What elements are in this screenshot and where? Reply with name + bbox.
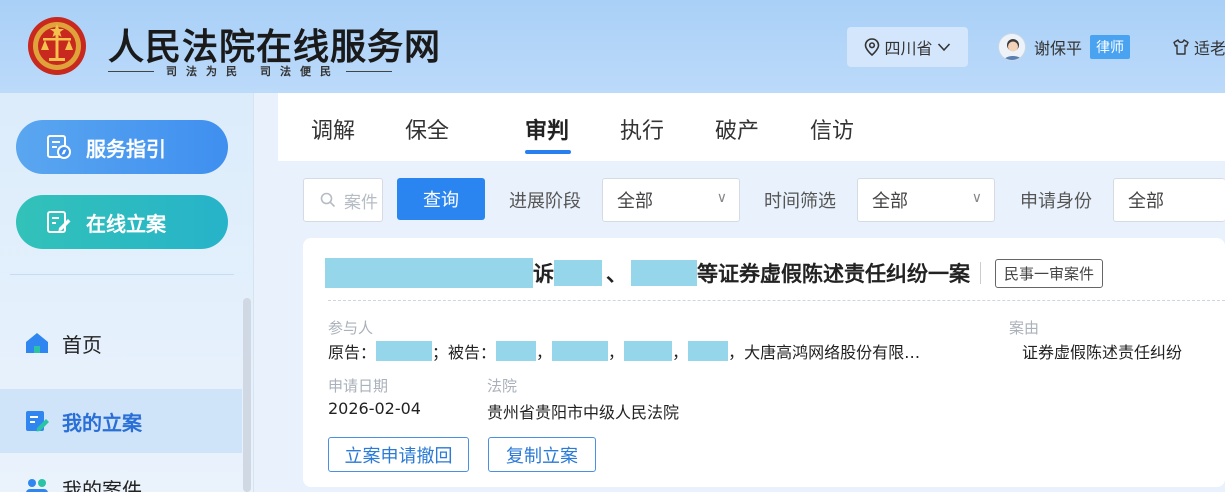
- sidebar-item-label: 我的立案: [62, 410, 142, 435]
- stage-filter-label: 进展阶段: [509, 191, 581, 212]
- sidebar-item-my-filings[interactable]: 我的立案: [0, 389, 242, 453]
- cause-value: 证券虚假陈述责任纠纷: [1022, 343, 1183, 362]
- sidebar: 服务指引 在线立案 首页 我的立案 我的案件: [0, 93, 254, 492]
- user-avatar-icon: [1003, 39, 1023, 60]
- filter-bar: 案件 查询 进展阶段 全部 ∨ 时间筛选 全部 ∨ 申请身份 全部: [254, 163, 1225, 235]
- comma: ，: [728, 343, 745, 362]
- slogan-left: 司法为民: [166, 65, 246, 78]
- search-icon: [320, 192, 336, 208]
- region-selector[interactable]: 四川省: [847, 27, 968, 67]
- withdraw-filing-button[interactable]: 立案申请撤回: [328, 437, 469, 472]
- tab-preservation[interactable]: 保全: [405, 113, 449, 145]
- case-title-rest: 等证券虚假陈述责任纠纷一案: [697, 262, 970, 286]
- main-content: 调解 保全 审判 执行 破产 信访 案件 查询 进展阶段 全部 ∨ 时间筛选 全…: [254, 93, 1225, 492]
- case-title[interactable]: 诉 、 等证券虚假陈述责任纠纷一案 民事一审案件: [325, 256, 1104, 290]
- apply-date-label: 申请日期: [328, 377, 389, 395]
- stage-filter-select[interactable]: 全部 ∨: [602, 178, 740, 222]
- sidebar-scrollbar[interactable]: [243, 298, 251, 492]
- participants-label: 参与人: [328, 319, 374, 337]
- online-filing-label: 在线立案: [86, 211, 166, 236]
- comma: ，: [608, 343, 625, 362]
- slogan-divider: [346, 70, 392, 72]
- defendant-prefix: ；被告：: [432, 343, 497, 362]
- sidebar-item-home[interactable]: 首页: [0, 311, 242, 375]
- comma: ，: [536, 343, 553, 362]
- copy-filing-button[interactable]: 复制立案: [488, 437, 596, 472]
- redacted-text: [631, 260, 697, 286]
- time-filter-value: 全部: [872, 191, 908, 212]
- party-tail: 大唐高鸿网络股份有限…: [744, 343, 921, 362]
- elder-mode-toggle[interactable]: 适老: [1172, 35, 1225, 59]
- identity-filter-select[interactable]: 全部: [1113, 178, 1225, 222]
- court-emblem-icon: [28, 17, 86, 75]
- time-filter-label: 时间筛选: [764, 191, 836, 212]
- tab-petition[interactable]: 信访: [810, 113, 854, 145]
- tab-mediation[interactable]: 调解: [311, 113, 355, 145]
- sidebar-item-label: 我的案件: [62, 477, 142, 492]
- elder-mode-label: 适老: [1194, 39, 1225, 58]
- query-button[interactable]: 查询: [397, 178, 485, 220]
- online-filing-button[interactable]: 在线立案: [16, 195, 228, 249]
- cause-label: 案由: [1009, 319, 1040, 337]
- comma: ，: [672, 343, 689, 362]
- redacted-text: [554, 260, 602, 286]
- tab-trial[interactable]: 审判: [525, 113, 569, 145]
- plaintiff-prefix: 原告：: [328, 343, 377, 362]
- case-card[interactable]: 诉 、 等证券虚假陈述责任纠纷一案 民事一审案件 参与人 原告： ；被告： ， …: [303, 238, 1225, 487]
- sidebar-divider: [10, 274, 234, 275]
- filing-edit-icon: [26, 411, 49, 432]
- redacted-text: [688, 341, 729, 361]
- redacted-text: [496, 341, 537, 361]
- court-label: 法院: [487, 377, 518, 395]
- chevron-down-icon: [937, 43, 950, 52]
- slogan-right: 司法便民: [260, 65, 340, 78]
- top-header: 人民法院在线服务网 司法为民 司法便民 四川省 谢保平 律师 适老: [0, 0, 1225, 93]
- redacted-text: [624, 341, 673, 361]
- participants-value: 原告： ；被告： ， ， ， ， 大唐高鸿网络股份有限…: [328, 339, 920, 363]
- chevron-down-icon: ∨: [716, 190, 727, 206]
- title-divider: [980, 262, 981, 284]
- sidebar-item-my-cases[interactable]: 我的案件: [0, 473, 242, 492]
- slogan: 司法为民 司法便民: [108, 63, 448, 79]
- redacted-text: [325, 258, 533, 288]
- active-tab-indicator: [525, 150, 571, 154]
- home-icon: [26, 333, 48, 353]
- case-title-sue: 诉: [533, 262, 554, 286]
- case-search-input[interactable]: 案件: [303, 178, 383, 222]
- sidebar-item-label: 首页: [62, 332, 102, 357]
- search-placeholder: 案件: [344, 192, 378, 213]
- stage-filter-value: 全部: [617, 191, 653, 212]
- shirt-icon: [1173, 39, 1189, 55]
- region-label: 四川省: [884, 39, 933, 58]
- role-badge: 律师: [1090, 35, 1131, 59]
- chevron-down-icon: ∨: [971, 190, 982, 206]
- guide-document-icon: [47, 135, 71, 159]
- user-menu[interactable]: 谢保平 律师: [998, 32, 1131, 62]
- service-guide-button[interactable]: 服务指引: [16, 120, 228, 174]
- identity-filter-value: 全部: [1128, 191, 1164, 212]
- location-pin-icon: [865, 38, 880, 56]
- edit-document-icon: [47, 211, 71, 233]
- identity-filter-label: 申请身份: [1020, 191, 1092, 212]
- time-filter-select[interactable]: 全部 ∨: [857, 178, 995, 222]
- case-type-badge: 民事一审案件: [995, 258, 1104, 288]
- tab-bankruptcy[interactable]: 破产: [715, 113, 759, 145]
- people-icon: [26, 479, 48, 492]
- user-name: 谢保平: [1034, 39, 1083, 58]
- tab-execution[interactable]: 执行: [620, 113, 664, 145]
- redacted-text: [376, 341, 433, 361]
- case-type-tabs: 调解 保全 审判 执行 破产 信访: [278, 93, 1225, 161]
- avatar: [998, 33, 1026, 61]
- slogan-divider: [108, 70, 154, 72]
- apply-date-value: 2026-02-04: [328, 399, 421, 418]
- service-guide-label: 服务指引: [86, 136, 166, 161]
- dashed-divider: [328, 300, 1225, 301]
- case-title-separator: 、: [606, 262, 627, 286]
- court-value: 贵州省贵阳市中级人民法院: [487, 403, 680, 422]
- redacted-text: [552, 341, 609, 361]
